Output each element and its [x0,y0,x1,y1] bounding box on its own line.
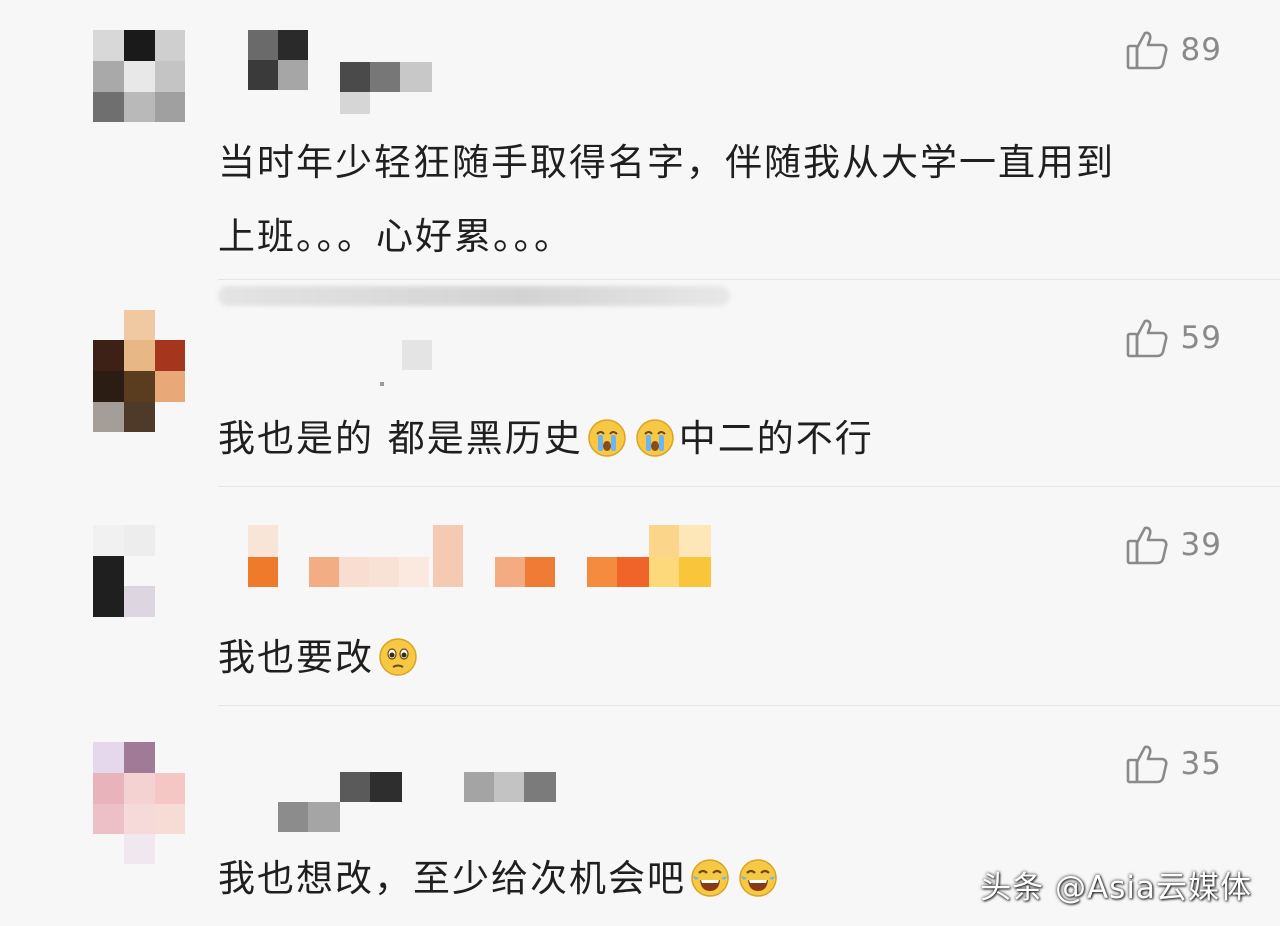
crying-face-emoji [587,409,627,483]
like-button[interactable]: 35 [1125,742,1222,786]
comment-item: 59 我也是的 都是黑历史 中二的不行 [0,280,1280,487]
username[interactable] [245,525,715,587]
username[interactable] [218,30,438,114]
laughing-face-emoji [738,849,778,923]
comment-item: 89 当时年少轻狂随手取得名字，伴随我从大学一直用到 上班。。。心好累。。。 [0,0,1280,280]
avatar[interactable] [93,525,185,617]
username[interactable] [278,772,558,834]
comment-text: 我也是的 都是黑历史 中二的不行 [218,402,874,483]
thumbs-up-icon [1125,742,1169,786]
crying-face-emoji [635,409,675,483]
like-button[interactable]: 59 [1125,316,1222,360]
like-count: 35 [1180,746,1222,782]
like-count: 89 [1180,32,1222,68]
like-button[interactable]: 89 [1125,28,1222,72]
comment-item: 39 我也要改 [0,487,1280,706]
thumbs-up-icon [1125,316,1169,360]
thumbs-up-icon [1125,28,1169,72]
comment-list: 89 当时年少轻狂随手取得名字，伴随我从大学一直用到 上班。。。心好累。。。 5… [0,0,1280,926]
avatar[interactable] [93,742,185,864]
like-count: 59 [1180,320,1222,356]
laughing-face-emoji [690,849,730,923]
pleading-face-emoji [378,628,418,702]
comment-text: 我也要改 [218,621,422,702]
username[interactable] [380,340,440,390]
comment-text: 当时年少轻狂随手取得名字，伴随我从大学一直用到 上班。。。心好累。。。 [218,141,1115,258]
avatar[interactable] [93,310,185,432]
comment-text: 我也想改，至少给次机会吧 [218,842,782,923]
like-count: 39 [1180,527,1222,563]
like-button[interactable]: 39 [1125,523,1222,567]
avatar[interactable] [93,30,185,122]
watermark: 头条 @Asia云媒体 [980,870,1252,906]
thumbs-up-icon [1125,523,1169,567]
